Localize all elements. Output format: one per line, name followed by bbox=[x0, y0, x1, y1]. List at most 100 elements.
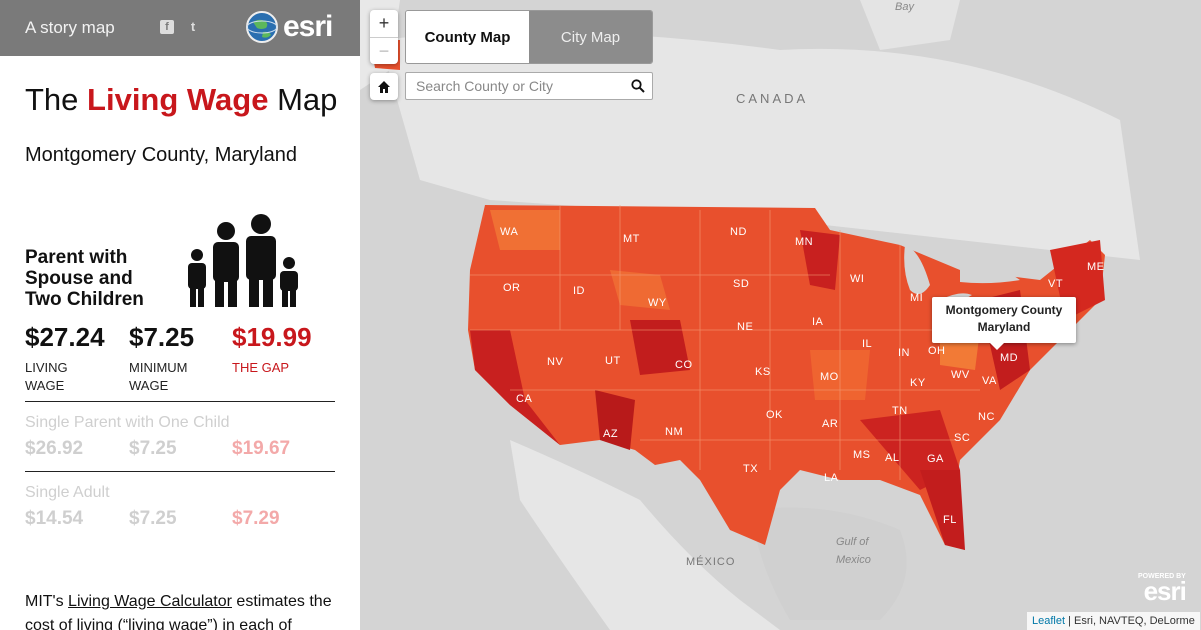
state-label-tn: TN bbox=[892, 405, 908, 417]
family-icon bbox=[188, 214, 298, 307]
state-label-az: AZ bbox=[603, 428, 619, 440]
state-label-nc: NC bbox=[978, 411, 995, 423]
county-popup: Montgomery County Maryland bbox=[932, 297, 1076, 350]
top-bar: A story map f t esri bbox=[0, 0, 360, 56]
gap-value: $19.99 bbox=[232, 322, 312, 352]
zoom-control: + − bbox=[370, 10, 398, 64]
state-label-va: VA bbox=[982, 375, 997, 387]
attribution-text: | Esri, NAVTEQ, DeLorme bbox=[1065, 615, 1195, 627]
state-label-wv: WV bbox=[951, 369, 970, 381]
home-button[interactable] bbox=[370, 73, 398, 100]
state-label-mi: MI bbox=[910, 292, 924, 304]
state-label-sc: SC bbox=[954, 432, 971, 444]
single-adult-label[interactable]: Single Adult bbox=[25, 484, 110, 502]
title-prefix: The bbox=[25, 82, 88, 117]
living-wage-label: LIVING WAGE bbox=[25, 360, 68, 393]
minimum-wage-stat: $7.25 MINIMUM WAGE bbox=[129, 322, 209, 395]
popup-state: Maryland bbox=[977, 320, 1031, 334]
popup-county: Montgomery County bbox=[945, 303, 1063, 317]
state-label-ca: CA bbox=[516, 393, 533, 405]
description-prefix: MIT's bbox=[25, 593, 69, 610]
single-parent-living-wage: $26.92 bbox=[25, 438, 84, 459]
label-mexico: MÉXICO bbox=[686, 556, 736, 568]
minimum-wage-label: MINIMUM WAGE bbox=[129, 360, 188, 393]
esri-wordmark: esri bbox=[283, 10, 333, 43]
label-canada: CANADA bbox=[736, 91, 809, 106]
state-label-co: CO bbox=[675, 359, 693, 371]
living-wage-stat: $27.24 LIVING WAGE bbox=[25, 322, 105, 395]
state-label-nd: ND bbox=[730, 226, 747, 238]
state-label-ne: NE bbox=[737, 321, 754, 333]
state-label-mn: MN bbox=[795, 236, 814, 248]
app: A story map f t esri The Living Wage Map… bbox=[0, 0, 1201, 630]
state-label-wa: WA bbox=[500, 226, 519, 238]
state-label-md: MD bbox=[1000, 352, 1019, 364]
state-label-nm: NM bbox=[665, 426, 684, 438]
state-label-ms: MS bbox=[853, 449, 871, 461]
page-title: The Living Wage Map bbox=[25, 82, 337, 118]
label-bay: Bay bbox=[895, 1, 914, 13]
state-label-sd: SD bbox=[733, 278, 750, 290]
state-label-mo: MO bbox=[820, 371, 839, 383]
state-label-oh: OH bbox=[928, 345, 946, 357]
search-icon[interactable] bbox=[624, 72, 652, 100]
minimum-wage-value: $7.25 bbox=[129, 322, 195, 352]
state-label-il: IL bbox=[862, 338, 873, 350]
map-tabs: County Map City Map bbox=[405, 10, 653, 64]
family-type-label: Parent with Spouse and Two Children bbox=[25, 247, 144, 310]
single-adult-minimum-wage: $7.25 bbox=[129, 508, 177, 529]
label-gulf-2: Mexico bbox=[836, 554, 871, 566]
globe-icon bbox=[246, 11, 278, 43]
state-label-nv: NV bbox=[547, 356, 564, 368]
zoom-out-button[interactable]: − bbox=[370, 37, 398, 64]
powered-by-logo: esri bbox=[1143, 576, 1187, 606]
state-label-ks: KS bbox=[755, 366, 771, 378]
search-input[interactable] bbox=[416, 78, 624, 94]
home-icon bbox=[378, 80, 390, 93]
state-label-la: LA bbox=[824, 472, 839, 484]
single-parent-minimum-wage: $7.25 bbox=[129, 438, 177, 459]
state-label-vt: VT bbox=[1048, 278, 1064, 290]
single-parent-label[interactable]: Single Parent with One Child bbox=[25, 414, 230, 432]
state-label-in: IN bbox=[898, 347, 910, 359]
divider bbox=[25, 471, 335, 472]
living-wage-value: $27.24 bbox=[25, 322, 105, 352]
search-box bbox=[405, 72, 653, 100]
tab-county-map[interactable]: County Map bbox=[406, 11, 529, 63]
state-label-ia: IA bbox=[812, 316, 824, 328]
divider bbox=[25, 401, 335, 402]
living-wage-calculator-link[interactable]: Living Wage Calculator bbox=[68, 593, 232, 610]
esri-logo[interactable]: esri bbox=[245, 10, 333, 44]
twitter-icon[interactable]: t bbox=[186, 20, 200, 34]
state-label-ut: UT bbox=[605, 355, 621, 367]
single-parent-gap: $19.67 bbox=[232, 438, 291, 459]
state-label-tx: TX bbox=[743, 463, 759, 475]
label-gulf-1: Gulf of bbox=[836, 536, 869, 548]
state-label-id: ID bbox=[573, 285, 585, 297]
state-label-or: OR bbox=[503, 282, 521, 294]
title-suffix: Map bbox=[268, 82, 338, 117]
title-highlight: Living Wage bbox=[87, 82, 269, 117]
state-label-me: ME bbox=[1087, 261, 1105, 273]
description-text: MIT's Living Wage Calculator estimates t… bbox=[25, 590, 345, 630]
state-label-wy: WY bbox=[648, 297, 667, 309]
single-adult-living-wage: $14.54 bbox=[25, 508, 84, 529]
state-label-ga: GA bbox=[927, 453, 944, 465]
gap-stat: $19.99 THE GAP bbox=[232, 322, 312, 377]
facebook-icon[interactable]: f bbox=[160, 20, 174, 34]
state-label-al: AL bbox=[885, 452, 900, 464]
zoom-in-button[interactable]: + bbox=[370, 10, 398, 37]
tab-city-map[interactable]: City Map bbox=[529, 11, 652, 63]
state-label-ar: AR bbox=[822, 418, 839, 430]
state-label-ok: OK bbox=[766, 409, 783, 421]
state-label-wi: WI bbox=[850, 273, 865, 285]
gap-label: THE GAP bbox=[232, 360, 290, 375]
selected-place: Montgomery County, Maryland bbox=[25, 144, 297, 166]
state-label-ky: KY bbox=[910, 377, 926, 389]
powered-by-esri[interactable]: POWERED BY esri bbox=[1138, 573, 1187, 606]
story-map-label: A story map bbox=[25, 18, 115, 37]
social-links: f t bbox=[160, 20, 200, 34]
leaflet-link[interactable]: Leaflet bbox=[1032, 615, 1065, 627]
state-label-fl: FL bbox=[943, 514, 957, 526]
sidebar: A story map f t esri The Living Wage Map… bbox=[0, 0, 360, 630]
